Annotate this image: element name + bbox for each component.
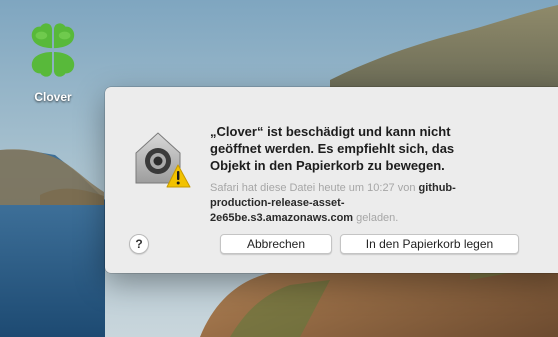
cancel-button[interactable]: Abbrechen — [220, 234, 332, 254]
desktop-app-label: Clover — [34, 90, 72, 104]
clover-leaf-icon — [31, 23, 75, 77]
info-suffix: geladen. — [356, 212, 399, 224]
desktop-app-icon[interactable]: Clover — [22, 18, 84, 104]
dialog-info: Safari hat diese Datei heute um 10:27 vo… — [210, 181, 480, 226]
move-to-trash-button[interactable]: In den Papierkorb legen — [340, 234, 519, 254]
dialog-title: „Clover“ ist beschädigt und kann nicht g… — [210, 124, 455, 173]
gatekeeper-warning-icon — [135, 132, 191, 188]
info-prefix: Safari hat diese Datei heute um 10:27 vo… — [210, 182, 416, 194]
help-button[interactable]: ? — [129, 234, 149, 254]
alert-dialog: „Clover“ ist beschädigt und kann nicht g… — [105, 87, 558, 273]
